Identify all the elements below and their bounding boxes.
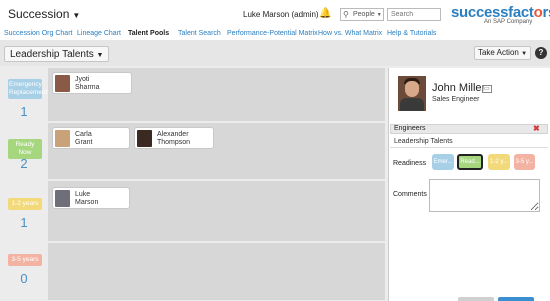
help-icon[interactable]: ? <box>535 47 547 59</box>
person-card[interactable]: Jyoti Sharma <box>52 72 132 94</box>
pool-select[interactable]: Leadership Talents ▼ <box>4 46 110 62</box>
person-card[interactable]: Luke Marson <box>52 187 130 209</box>
row-1-2-years: 1-2 years 1 Luke Marson <box>0 181 385 242</box>
logo-tagline: An SAP Company <box>484 19 533 25</box>
tab-talent-search[interactable]: Talent Search <box>178 30 221 37</box>
user-menu[interactable]: Luke Marson (admin) ▼ <box>243 10 327 19</box>
nav-bar: Succession Org Chart Lineage Chart Talen… <box>0 28 550 40</box>
person-card[interactable]: Alexander Thompson <box>134 127 214 149</box>
tab-talent-pools[interactable]: Talent Pools <box>128 30 169 37</box>
save-button[interactable] <box>498 297 534 301</box>
person-card[interactable]: Carla Grant <box>52 127 130 149</box>
section-header: Engineers <box>390 124 548 134</box>
chevron-down-icon: ▼ <box>72 11 81 20</box>
take-action-button[interactable]: Take Action ▼ <box>474 46 531 60</box>
tab-how-vs-what-matrix[interactable]: How vs. What Matrix <box>318 30 382 37</box>
row-ready-now: Ready Now 2 Carla Grant Alexander Thompson <box>0 123 385 180</box>
person-name[interactable]: John Miller <box>432 82 485 94</box>
row-count: 2 <box>20 156 28 171</box>
comments-label: Comments <box>393 191 427 198</box>
readiness-option-3-5-years[interactable]: 3-5 y... <box>514 154 535 170</box>
readiness-option-ready-now[interactable]: Read... <box>457 154 483 170</box>
row-count: 1 <box>20 104 28 119</box>
module-label: Succession <box>8 7 70 21</box>
readiness-badge: 3-5 years <box>8 254 42 266</box>
readiness-badge: 1-2 years <box>8 198 42 210</box>
readiness-label: Readiness <box>393 160 427 167</box>
avatar <box>55 190 70 207</box>
pool-name: Leadership Talents <box>390 137 548 148</box>
search-input[interactable] <box>387 8 441 21</box>
person-name: Jyoti Sharma <box>75 76 100 91</box>
tab-succession-org-chart[interactable]: Succession Org Chart <box>4 30 72 37</box>
row-3-5-years: 3-5 years 0 <box>0 243 385 301</box>
search-scope-select[interactable]: ⚲ People ▼ <box>340 8 384 21</box>
tab-performance-potential-matrix[interactable]: Performance-Potential Matrix <box>227 30 318 37</box>
chevron-down-icon: ▼ <box>96 52 104 59</box>
tab-lineage-chart[interactable]: Lineage Chart <box>77 30 121 37</box>
take-action-label: Take Action <box>477 48 519 57</box>
readiness-badge: Emergency Replacement <box>8 79 47 99</box>
person-name: Carla Grant <box>75 131 93 146</box>
bell-icon[interactable]: 🔔 <box>319 8 331 19</box>
business-card-icon[interactable]: ▭ <box>482 85 492 93</box>
row-count: 0 <box>20 271 28 286</box>
search-scope-label: People <box>353 11 375 18</box>
avatar <box>55 130 70 147</box>
comments-field[interactable] <box>429 179 540 212</box>
row-count: 1 <box>20 215 28 230</box>
readiness-option-1-2-years[interactable]: 1-2 y... <box>488 154 510 170</box>
module-switcher[interactable]: Succession ▼ <box>8 7 80 21</box>
cancel-button[interactable] <box>458 297 494 301</box>
avatar <box>55 75 70 92</box>
chevron-down-icon: ▼ <box>376 12 382 18</box>
avatar <box>398 76 426 111</box>
pool-select-label: Leadership Talents <box>10 49 94 60</box>
search-icon: ⚲ <box>343 10 349 19</box>
person-name: Luke Marson <box>75 191 99 206</box>
person-title: Sales Engineer <box>432 96 480 103</box>
close-icon[interactable]: ✖ <box>533 124 540 133</box>
person-name: Alexander Thompson <box>157 131 191 146</box>
user-label: Luke Marson (admin) <box>243 10 319 19</box>
top-bar: Succession ▼ Luke Marson (admin) ▼ 🔔 ⚲ Peo… <box>0 0 550 28</box>
chevron-down-icon: ▼ <box>521 51 528 57</box>
readiness-option-emergency[interactable]: Emer... <box>432 154 454 170</box>
row-emergency-replacement: Emergency Replacement 1 Jyoti Sharma <box>0 68 385 122</box>
tab-help-tutorials[interactable]: Help & Tutorials <box>387 30 436 37</box>
avatar <box>137 130 152 147</box>
